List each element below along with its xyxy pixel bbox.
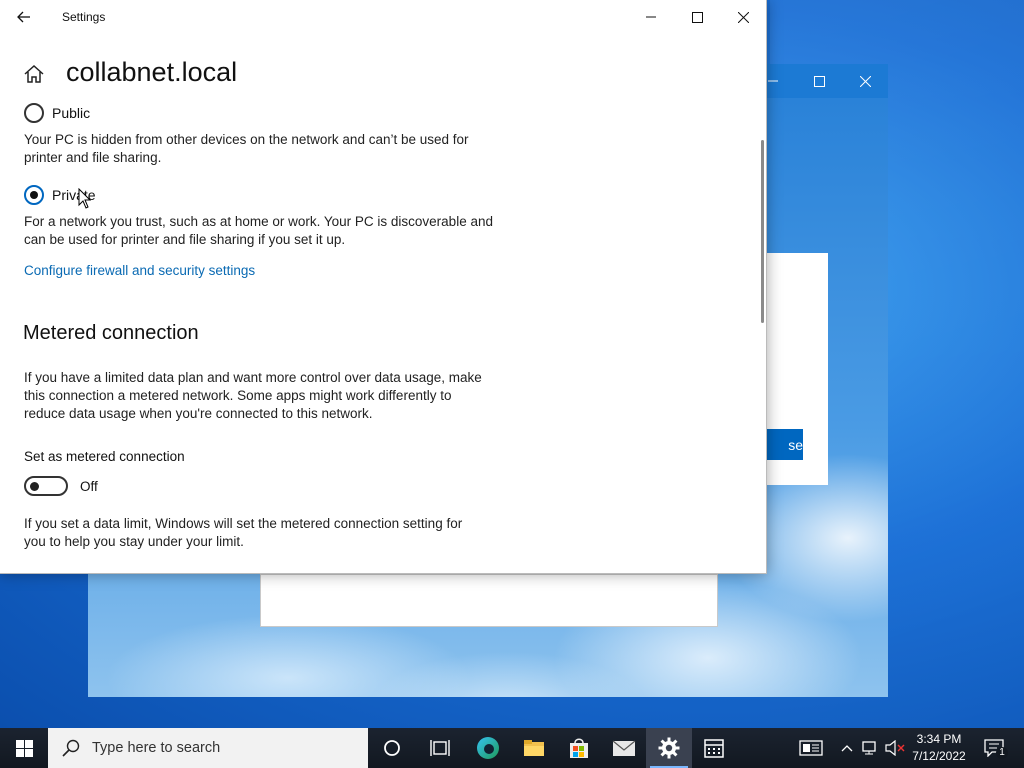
minimize-icon [646,16,656,18]
close-button[interactable] [720,0,766,34]
taskbar: Type here to search 3:34 PM 7/12/2022 1 [0,728,1024,768]
toggle-knob [30,482,39,491]
edge-icon[interactable] [465,728,511,768]
taskbar-search-box[interactable]: Type here to search [48,728,368,768]
minimize-button[interactable] [628,0,674,34]
home-icon[interactable] [22,62,46,86]
start-button[interactable] [0,728,48,768]
window-title: Settings [62,10,106,24]
maximize-icon [691,11,703,23]
search-icon [62,739,80,757]
metered-toggle[interactable] [24,476,68,496]
metered-heading: Metered connection [23,322,199,344]
scrollbar[interactable] [761,140,764,323]
taskbar-clock[interactable]: 3:34 PM 7/12/2022 [906,731,972,765]
settings-window: Settings collabnet.local Public Your PC … [0,0,767,574]
network-icon[interactable] [860,728,882,768]
metered-toggle-state: Off [80,479,98,494]
cortana-icon[interactable] [369,728,415,768]
news-widget-icon[interactable] [796,728,826,768]
back-button[interactable] [8,2,40,32]
settings-icon[interactable] [646,728,692,768]
titlebar: Settings [0,0,766,34]
close-icon[interactable] [842,64,888,98]
background-dialog [260,574,718,627]
notification-center-icon[interactable]: 1 [980,728,1008,768]
metered-description: If you have a limited data plan and want… [24,370,482,421]
mail-icon[interactable] [601,728,647,768]
public-description: Your PC is hidden from other devices on … [24,132,469,165]
public-radio[interactable] [24,103,44,123]
calendar-icon[interactable] [691,728,737,768]
volume-muted-icon[interactable] [884,728,906,768]
chevron-up-icon[interactable] [838,728,856,768]
close-icon [737,11,749,23]
private-radio[interactable] [24,185,44,205]
windows-logo-icon [15,739,33,757]
store-icon[interactable] [556,728,602,768]
page-title: collabnet.local [66,57,238,87]
notification-count: 1 [996,747,1008,759]
background-dialog-panel: se [766,253,828,485]
back-arrow-icon [17,11,30,23]
maximize-button[interactable] [674,0,720,34]
firewall-settings-link[interactable]: Configure firewall and security settings [24,263,255,278]
mouse-cursor-icon [78,188,92,209]
background-dialog-button[interactable]: se [766,429,803,460]
data-limit-note: If you set a data limit, Windows will se… [24,516,463,549]
search-placeholder: Type here to search [92,740,221,756]
private-description: For a network you trust, such as at home… [24,214,493,247]
public-label[interactable]: Public [52,105,90,121]
maximize-icon[interactable] [796,64,842,98]
task-view-icon[interactable] [417,728,463,768]
file-explorer-icon[interactable] [511,728,557,768]
clock-time: 3:34 PM [916,732,962,746]
metered-toggle-label: Set as metered connection [24,449,185,464]
clock-date: 7/12/2022 [912,749,966,763]
